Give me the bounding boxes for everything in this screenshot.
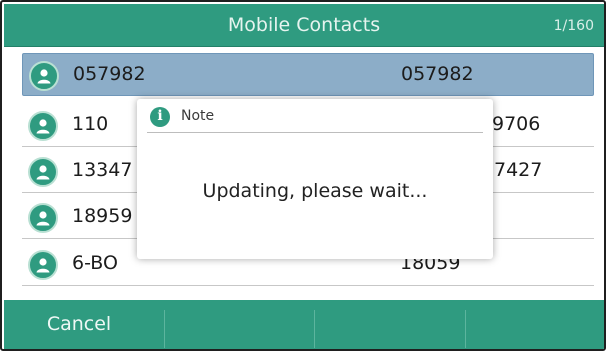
contact-name: 057982 bbox=[73, 63, 146, 85]
contact-name: 6-BO bbox=[72, 252, 118, 274]
contact-avatar-icon bbox=[28, 250, 58, 280]
softkey-4[interactable] bbox=[465, 300, 604, 349]
phone-screen: Mobile Contacts 1/160 057982 057982 110 … bbox=[0, 0, 606, 351]
softkey-2[interactable] bbox=[164, 300, 314, 349]
softkey-3[interactable] bbox=[314, 300, 464, 349]
contact-avatar-icon bbox=[28, 157, 58, 187]
contact-number: 9706 bbox=[492, 113, 541, 135]
contact-avatar-icon bbox=[28, 111, 58, 141]
note-dialog: i Note Updating, please wait... bbox=[137, 99, 493, 259]
dialog-message: Updating, please wait... bbox=[202, 180, 428, 202]
contact-number: 057982 bbox=[401, 63, 474, 85]
contact-name: 18959 bbox=[72, 205, 133, 227]
contact-row[interactable]: 057982 057982 bbox=[22, 53, 594, 96]
title-bar: Mobile Contacts 1/160 bbox=[4, 4, 604, 47]
page-title: Mobile Contacts bbox=[227, 14, 381, 36]
dialog-header: i Note bbox=[147, 99, 483, 133]
contact-name: 110 bbox=[72, 113, 109, 135]
page-indicator: 1/160 bbox=[553, 18, 594, 34]
contact-number: 7427 bbox=[494, 159, 543, 181]
dialog-title: Note bbox=[181, 108, 215, 124]
contact-avatar-icon bbox=[29, 61, 59, 91]
softkey-bar: Cancel bbox=[4, 300, 604, 349]
contact-avatar-icon bbox=[28, 203, 58, 233]
cancel-button[interactable]: Cancel bbox=[4, 300, 154, 349]
info-icon: i bbox=[150, 107, 170, 127]
contact-name: 13347 bbox=[72, 159, 133, 181]
